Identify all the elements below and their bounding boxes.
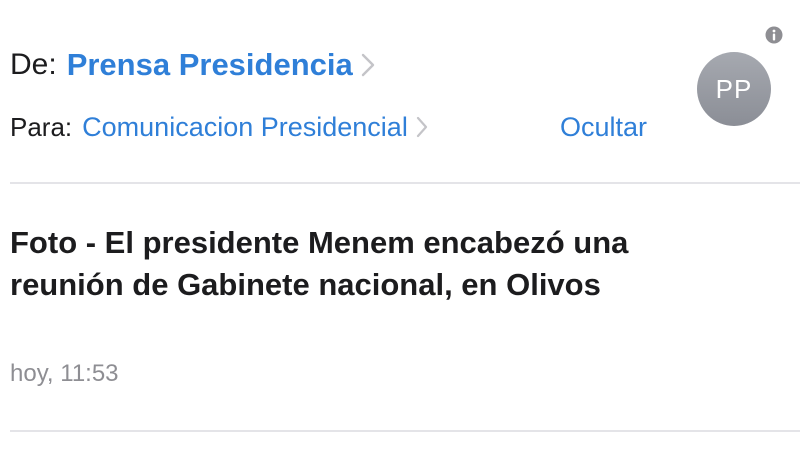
message-header: De: Prensa Presidencia Para: Comunicacio… bbox=[0, 0, 800, 183]
sender-avatar[interactable]: PP bbox=[697, 52, 771, 126]
message-timestamp: hoy, 11:53 bbox=[10, 360, 119, 387]
to-recipient-link[interactable]: Comunicacion Presidencial bbox=[82, 112, 408, 143]
body-divider bbox=[10, 430, 800, 432]
message-subject: Foto - El presidente Menem encabezó una … bbox=[10, 225, 629, 302]
from-label: De: bbox=[10, 48, 57, 81]
chevron-right-icon bbox=[361, 53, 375, 77]
mail-message-screen: De: Prensa Presidencia Para: Comunicacio… bbox=[0, 0, 800, 450]
header-divider bbox=[10, 182, 800, 184]
from-row[interactable]: De: Prensa Presidencia bbox=[10, 40, 375, 90]
to-label: Para: bbox=[10, 111, 73, 142]
avatar-initials: PP bbox=[715, 73, 753, 104]
chevron-right-icon bbox=[416, 116, 428, 138]
hide-details-link[interactable]: Ocultar bbox=[560, 105, 647, 149]
info-icon[interactable] bbox=[765, 26, 783, 44]
from-sender-link[interactable]: Prensa Presidencia bbox=[67, 47, 353, 83]
to-row[interactable]: Para: Comunicacion Presidencial bbox=[10, 105, 428, 149]
